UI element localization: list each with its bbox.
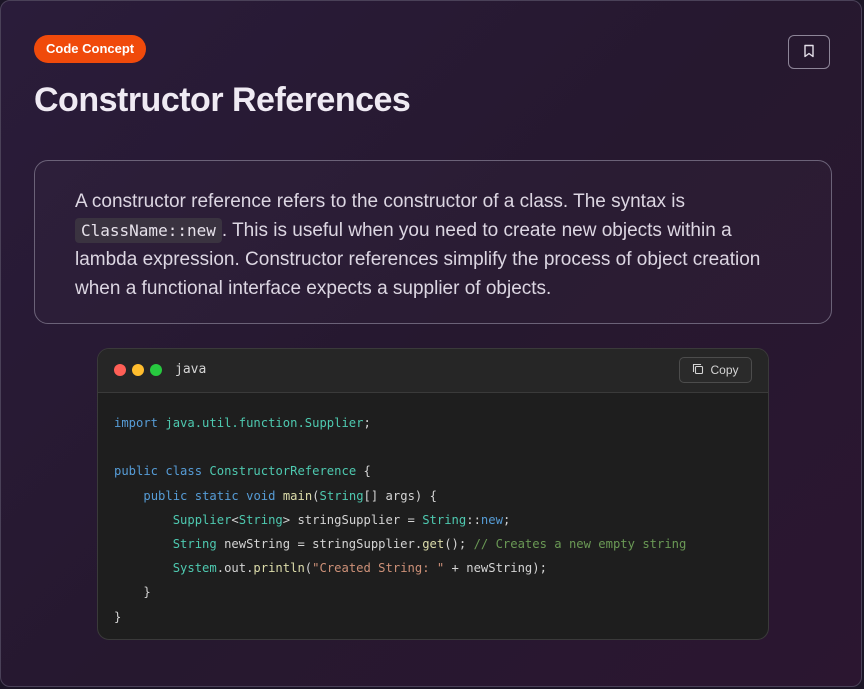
code-token: public: [143, 488, 188, 503]
bookmark-button[interactable]: [788, 35, 830, 69]
code-comment: // Creates a new empty string: [473, 537, 687, 552]
code-token: new: [480, 512, 503, 527]
code-token: .out.: [216, 561, 254, 576]
concept-card: Code Concept Constructor References A co…: [0, 0, 862, 687]
window-dot-red: [114, 364, 126, 376]
code-token: System: [172, 561, 217, 576]
code-token: String: [172, 537, 217, 552]
code-block: java Copy import java.util.function.Supp…: [97, 348, 769, 640]
bookmark-icon: [803, 43, 815, 62]
code-token: + newString);: [444, 561, 547, 576]
window-dot-green: [150, 364, 162, 376]
code-token: get: [422, 537, 445, 552]
code-string-literal: "Created String: ": [312, 561, 445, 576]
code-token: String: [319, 488, 364, 503]
code-token: ::: [466, 512, 481, 527]
code-token: java.util.function.Supplier: [165, 416, 364, 430]
code-token: }: [143, 585, 151, 600]
code-token: ;: [502, 512, 511, 527]
concept-badge: Code Concept: [34, 35, 147, 63]
code-token: ConstructorReference: [209, 464, 357, 479]
code-token: Supplier: [172, 512, 232, 527]
code-token: public: [114, 464, 159, 479]
copy-button[interactable]: Copy: [679, 357, 752, 383]
code-token: > stringSupplier =: [282, 512, 423, 527]
code-token: (: [312, 488, 320, 503]
code-block-header: java Copy: [98, 349, 768, 393]
code-token: void: [246, 488, 276, 503]
code-language-label: java: [175, 362, 207, 377]
code-token: class: [165, 464, 203, 479]
copy-button-label: Copy: [710, 363, 739, 377]
code-token: static: [194, 488, 239, 503]
code-content: import java.util.function.Supplier; publ…: [98, 393, 768, 629]
code-token: }: [114, 609, 122, 624]
description-text-start: A constructor reference refers to the co…: [75, 191, 686, 212]
inline-code-syntax: ClassName::new: [75, 218, 222, 243]
description-box: A constructor reference refers to the co…: [34, 160, 832, 324]
code-token: ;: [363, 416, 371, 430]
copy-icon: [692, 363, 704, 378]
code-token: {: [356, 464, 371, 479]
code-token: println: [253, 561, 305, 576]
code-token: String: [422, 512, 467, 527]
code-token: import: [114, 416, 159, 430]
code-token: [] args) {: [363, 488, 437, 503]
code-token: ();: [444, 537, 474, 552]
page-title: Constructor References: [34, 81, 411, 119]
window-dot-yellow: [132, 364, 144, 376]
code-token: String: [238, 512, 283, 527]
code-token: main: [282, 488, 313, 503]
code-token: <: [231, 512, 239, 527]
code-token: newString = stringSupplier.: [216, 537, 423, 552]
